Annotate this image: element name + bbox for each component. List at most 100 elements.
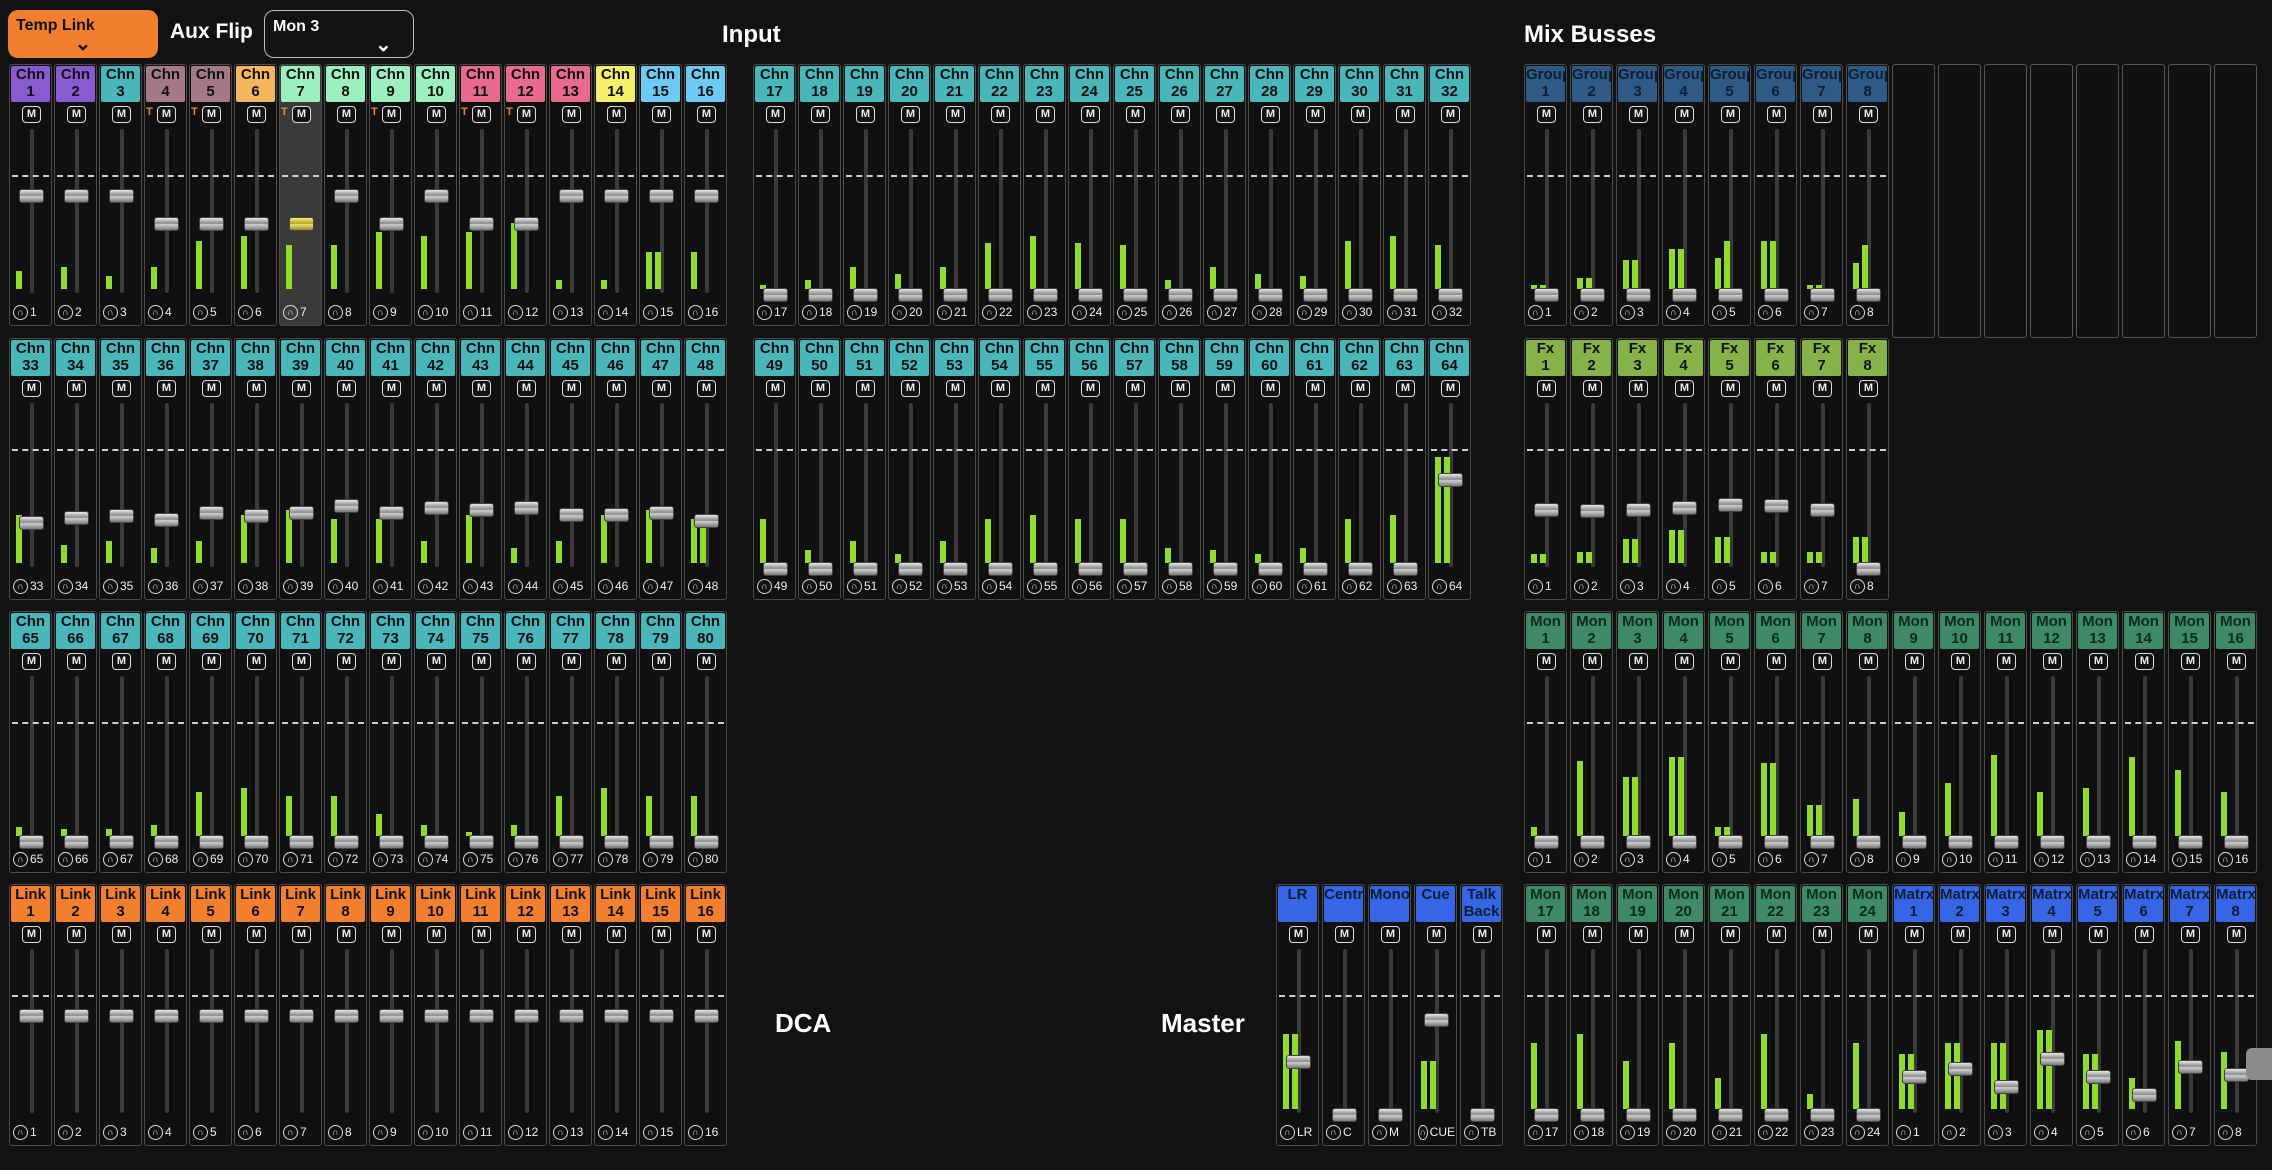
channel-strip[interactable]: Matrx 2 M ∩ 2 <box>1938 884 1981 1146</box>
mute-button[interactable]: M <box>562 106 581 123</box>
channel-strip[interactable]: Chn 30 M ∩ 30 <box>1338 64 1381 326</box>
channel-strip[interactable]: Chn 20 M ∩ 20 <box>888 64 931 326</box>
strip-name-button[interactable]: Chn 4 <box>146 66 185 102</box>
strip-name-button[interactable]: Chn 14 <box>596 66 635 102</box>
headphones-icon[interactable]: ∩ <box>643 304 658 320</box>
strip-name-button[interactable]: Chn 25 <box>1115 66 1154 102</box>
headphones-icon[interactable]: ∩ <box>802 578 817 594</box>
headphones-icon[interactable]: ∩ <box>598 851 613 867</box>
strip-name-button[interactable]: Matrx 1 <box>1894 886 1933 922</box>
channel-strip[interactable]: Link 13 M ∩ 13 <box>549 884 592 1146</box>
fader-handle[interactable] <box>694 189 719 203</box>
headphones-icon[interactable]: ∩ <box>58 304 73 320</box>
channel-strip[interactable]: Chn 60 M ∩ 60 <box>1248 338 1291 600</box>
headphones-icon[interactable]: ∩ <box>757 578 772 594</box>
headphones-icon[interactable]: ∩ <box>643 851 658 867</box>
channel-strip[interactable]: Chn 29 M ∩ 29 <box>1293 64 1336 326</box>
headphones-icon[interactable]: ∩ <box>103 851 118 867</box>
fader-handle[interactable] <box>514 1009 539 1023</box>
fader-handle[interactable] <box>1580 1108 1605 1122</box>
mute-button[interactable]: M <box>337 653 356 670</box>
mute-button[interactable]: M <box>1583 926 1602 943</box>
fader-handle[interactable] <box>379 1009 404 1023</box>
mute-button[interactable]: M <box>67 653 86 670</box>
fader-handle[interactable] <box>109 1009 134 1023</box>
fader-handle[interactable] <box>808 562 833 576</box>
channel-strip[interactable]: Link 9 M ∩ 9 <box>369 884 412 1146</box>
mute-button[interactable]: M <box>1629 926 1648 943</box>
headphones-icon[interactable]: ∩ <box>937 304 952 320</box>
channel-strip[interactable]: Chn 2 M ∩ 2 <box>54 64 97 326</box>
strip-name-button[interactable]: Chn 35 <box>101 340 140 376</box>
fader-handle[interactable] <box>334 189 359 203</box>
headphones-icon[interactable]: ∩ <box>688 851 703 867</box>
fader-handle[interactable] <box>379 835 404 849</box>
fader-handle[interactable] <box>2224 835 2249 849</box>
fader-handle[interactable] <box>1902 1070 1927 1084</box>
headphones-icon[interactable]: ∩ <box>508 304 523 320</box>
mute-button[interactable]: M <box>517 926 536 943</box>
fader-handle[interactable] <box>1378 1108 1403 1122</box>
headphones-icon[interactable]: ∩ <box>2034 1124 2049 1140</box>
headphones-icon[interactable]: ∩ <box>328 1124 343 1140</box>
channel-strip[interactable]: Chn 15 M ∩ 15 <box>639 64 682 326</box>
headphones-icon[interactable]: ∩ <box>1528 304 1543 320</box>
channel-strip[interactable]: Link 5 M ∩ 5 <box>189 884 232 1146</box>
strip-name-button[interactable]: Chn 74 <box>416 613 455 649</box>
channel-strip[interactable]: Chn 12 T M ∩ 12 <box>504 64 547 326</box>
fader-handle[interactable] <box>469 835 494 849</box>
mute-button[interactable]: M <box>292 380 311 397</box>
mute-button[interactable]: M <box>2135 653 2154 670</box>
headphones-icon[interactable]: ∩ <box>1850 304 1865 320</box>
channel-strip[interactable]: Fx 6 M ∩ 6 <box>1754 338 1797 600</box>
strip-name-button[interactable]: Mon 1 <box>1526 613 1565 649</box>
fader-handle[interactable] <box>334 835 359 849</box>
mute-button[interactable]: M <box>472 653 491 670</box>
strip-name-button[interactable]: Chn 17 <box>755 66 794 102</box>
fader-handle[interactable] <box>1123 288 1148 302</box>
channel-strip[interactable]: Chn 10 M ∩ 10 <box>414 64 457 326</box>
strip-name-button[interactable]: Chn 23 <box>1025 66 1064 102</box>
mute-button[interactable]: M <box>1427 926 1446 943</box>
headphones-icon[interactable]: ∩ <box>1850 851 1865 867</box>
strip-name-button[interactable]: LR <box>1278 886 1317 922</box>
channel-strip[interactable]: Mon 10 M ∩ 10 <box>1938 611 1981 873</box>
headphones-icon[interactable]: ∩ <box>1620 304 1635 320</box>
strip-name-button[interactable]: Chn 12 <box>506 66 545 102</box>
strip-name-button[interactable]: Mon 19 <box>1618 886 1657 922</box>
channel-strip[interactable]: Chn 69 M ∩ 69 <box>189 611 232 873</box>
channel-strip[interactable]: Link 8 M ∩ 8 <box>324 884 367 1146</box>
headphones-icon[interactable]: ∩ <box>1712 1124 1727 1140</box>
headphones-icon[interactable]: ∩ <box>1207 304 1222 320</box>
mute-button[interactable]: M <box>2181 926 2200 943</box>
mute-button[interactable]: M <box>2227 926 2246 943</box>
mute-button[interactable]: M <box>1813 106 1832 123</box>
channel-strip[interactable]: Chn 31 M ∩ 31 <box>1383 64 1426 326</box>
fader-handle[interactable] <box>1213 562 1238 576</box>
mute-button[interactable]: M <box>1997 653 2016 670</box>
fader-handle[interactable] <box>2086 1070 2111 1084</box>
fader-handle[interactable] <box>1534 503 1559 517</box>
strip-name-button[interactable]: Mon 5 <box>1710 613 1749 649</box>
channel-strip[interactable]: Mon 4 M ∩ 4 <box>1662 611 1705 873</box>
fader-handle[interactable] <box>988 562 1013 576</box>
channel-strip[interactable]: Chn 37 M ∩ 37 <box>189 338 232 600</box>
strip-name-button[interactable]: Fx 1 <box>1526 340 1565 376</box>
fader-handle[interactable] <box>649 1009 674 1023</box>
channel-strip[interactable]: Chn 56 M ∩ 56 <box>1068 338 1111 600</box>
mute-button[interactable]: M <box>202 106 221 123</box>
mute-button[interactable]: M <box>1905 926 1924 943</box>
strip-name-button[interactable]: Chn 62 <box>1340 340 1379 376</box>
strip-name-button[interactable]: Chn 8 <box>326 66 365 102</box>
strip-name-button[interactable]: Chn 57 <box>1115 340 1154 376</box>
headphones-icon[interactable]: ∩ <box>2080 851 2095 867</box>
strip-name-button[interactable]: Chn 54 <box>980 340 1019 376</box>
strip-name-button[interactable]: Fx 5 <box>1710 340 1749 376</box>
strip-name-button[interactable]: Chn 71 <box>281 613 320 649</box>
mute-button[interactable]: M <box>337 926 356 943</box>
strip-name-button[interactable]: Link 7 <box>281 886 320 922</box>
fader-handle[interactable] <box>244 217 269 231</box>
channel-strip[interactable]: Fx 8 M ∩ 8 <box>1846 338 1889 600</box>
mute-button[interactable]: M <box>1813 380 1832 397</box>
channel-strip[interactable]: Chn 50 M ∩ 50 <box>798 338 841 600</box>
